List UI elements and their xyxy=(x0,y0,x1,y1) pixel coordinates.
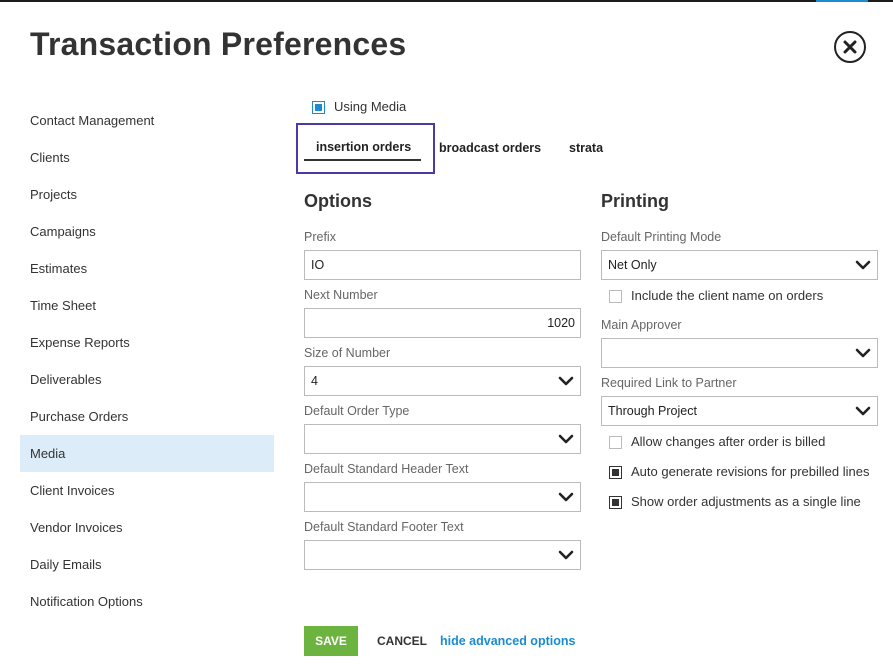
show-adjustments-checkbox[interactable] xyxy=(609,496,622,509)
header-text-select[interactable] xyxy=(304,482,581,512)
save-button[interactable]: SAVE xyxy=(304,626,358,656)
sidebar-item-deliverables[interactable]: Deliverables xyxy=(20,361,274,398)
prefix-input[interactable]: IO xyxy=(304,250,581,280)
top-border xyxy=(0,0,893,2)
size-of-number-value: 4 xyxy=(311,374,318,388)
sidebar-item-vendor-invoices[interactable]: Vendor Invoices xyxy=(20,509,274,546)
sidebar-item-time-sheet[interactable]: Time Sheet xyxy=(20,287,274,324)
sidebar-item-notification-options[interactable]: Notification Options xyxy=(20,583,274,620)
sidebar-item-clients[interactable]: Clients xyxy=(20,139,274,176)
tab-strata[interactable]: strata xyxy=(569,140,603,156)
sidebar-item-contact-management[interactable]: Contact Management xyxy=(20,102,274,139)
allow-changes-label: Allow changes after order is billed xyxy=(631,434,826,449)
chevron-down-icon xyxy=(855,406,871,416)
auto-generate-label: Auto generate revisions for prebilled li… xyxy=(631,464,870,479)
include-client-label: Include the client name on orders xyxy=(631,288,824,303)
printing-mode-select[interactable]: Net Only xyxy=(601,250,878,280)
close-icon xyxy=(843,40,857,54)
size-of-number-select[interactable]: 4 xyxy=(304,366,581,396)
footer-text-label: Default Standard Footer Text xyxy=(304,520,464,534)
default-order-type-select[interactable] xyxy=(304,424,581,454)
sidebar-item-projects[interactable]: Projects xyxy=(20,176,274,213)
printing-section-title: Printing xyxy=(601,191,669,211)
active-tab-underline xyxy=(304,159,421,161)
sidebar-item-expense-reports[interactable]: Expense Reports xyxy=(20,324,274,361)
footer-text-select[interactable] xyxy=(304,540,581,570)
sidebar-item-campaigns[interactable]: Campaigns xyxy=(20,213,274,250)
size-of-number-label: Size of Number xyxy=(304,346,391,360)
hide-advanced-options-link[interactable]: hide advanced options xyxy=(440,633,575,649)
top-accent-bar xyxy=(816,0,868,2)
tab-insertion-orders[interactable]: insertion orders xyxy=(316,139,411,155)
using-media-checkbox[interactable] xyxy=(312,101,325,114)
auto-generate-checkbox[interactable] xyxy=(609,466,622,479)
printing-mode-label: Default Printing Mode xyxy=(601,230,722,244)
include-client-checkbox[interactable] xyxy=(609,290,622,303)
chevron-down-icon xyxy=(558,376,574,386)
cancel-button[interactable]: CANCEL xyxy=(377,633,427,649)
link-partner-label: Required Link to Partner xyxy=(601,376,737,390)
header-text-label: Default Standard Header Text xyxy=(304,462,469,476)
show-adjustments-label: Show order adjustments as a single line xyxy=(631,494,861,509)
sidebar-item-client-invoices[interactable]: Client Invoices xyxy=(20,472,274,509)
sidebar-item-estimates[interactable]: Estimates xyxy=(20,250,274,287)
chevron-down-icon xyxy=(558,492,574,502)
main-approver-label: Main Approver xyxy=(601,318,682,332)
using-media-label: Using Media xyxy=(334,99,407,114)
next-number-input[interactable]: 1020 xyxy=(304,308,581,338)
main-approver-select[interactable] xyxy=(601,338,878,368)
chevron-down-icon xyxy=(558,550,574,560)
tab-broadcast-orders[interactable]: broadcast orders xyxy=(439,140,541,156)
sidebar-item-daily-emails[interactable]: Daily Emails xyxy=(20,546,274,583)
chevron-down-icon xyxy=(558,434,574,444)
printing-mode-value: Net Only xyxy=(608,258,657,272)
allow-changes-checkbox[interactable] xyxy=(609,436,622,449)
sidebar-item-media[interactable]: Media xyxy=(20,435,274,472)
page-title: Transaction Preferences xyxy=(30,26,407,62)
sidebar: Contact Management Clients Projects Camp… xyxy=(20,102,274,620)
default-order-type-label: Default Order Type xyxy=(304,404,410,418)
sidebar-item-purchase-orders[interactable]: Purchase Orders xyxy=(20,398,274,435)
chevron-down-icon xyxy=(855,348,871,358)
close-button[interactable] xyxy=(834,31,866,63)
link-partner-value: Through Project xyxy=(608,404,697,418)
options-section-title: Options xyxy=(304,191,372,211)
link-partner-select[interactable]: Through Project xyxy=(601,396,878,426)
chevron-down-icon xyxy=(855,260,871,270)
prefix-label: Prefix xyxy=(304,230,336,244)
next-number-label: Next Number xyxy=(304,288,378,302)
